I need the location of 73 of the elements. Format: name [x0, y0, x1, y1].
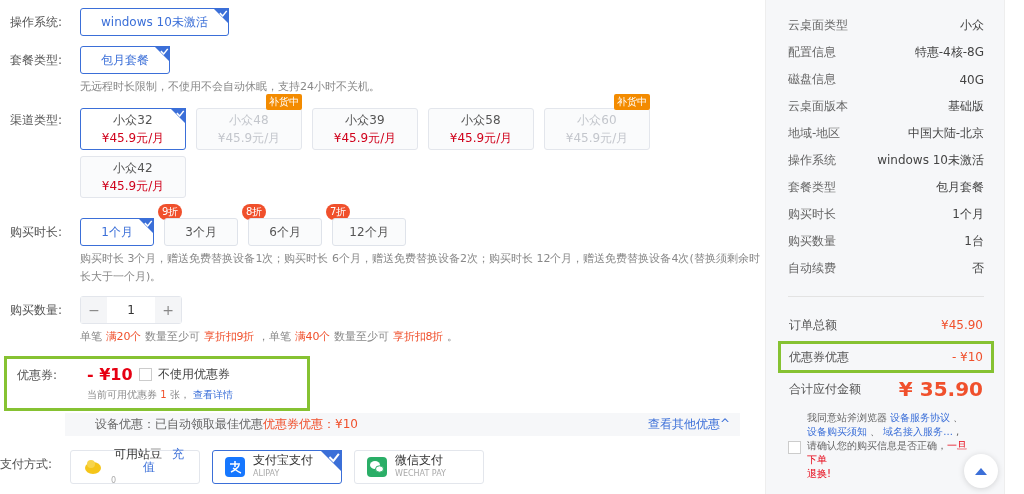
checkbox[interactable] — [138, 368, 152, 381]
summary-label: 操作系统 — [788, 152, 836, 169]
other-offers-link[interactable]: 查看其他优惠^ — [647, 416, 730, 433]
payment-option[interactable]: 可用站豆 充值 0 — [70, 450, 200, 484]
field-label: 操作系统: — [10, 14, 64, 31]
device-discount-text: 设备优惠：已自动领取最佳优惠优惠券优惠：¥10 — [95, 416, 358, 433]
coupon-amount: - ¥10 — [87, 365, 133, 384]
summary-label: 地域-地区 — [788, 125, 841, 142]
total-label: 订单总额 — [789, 316, 837, 334]
restock-badge: 补货中 — [266, 94, 302, 110]
field-label: 渠道类型: — [10, 112, 64, 129]
details-link[interactable]: 查看详情 — [192, 389, 233, 400]
restock-badge: 补货中 — [614, 94, 650, 110]
summary-value: 中国大陆-北京 — [907, 125, 984, 142]
summary-value: 否 — [972, 260, 984, 277]
summary-label: 购买数量 — [788, 233, 836, 250]
channel-card[interactable]: 小众42 ¥45.9元/月 — [80, 156, 186, 198]
plan-note: 无远程时长限制，不使用不会自动休眠，支持24小时不关机。 — [80, 79, 380, 95]
summary-value: 40G — [959, 72, 984, 87]
total-value: - ¥10 — [951, 350, 983, 364]
discount-badge: 7折 — [326, 204, 351, 220]
summary-label: 配置信息 — [788, 44, 836, 61]
channel-card[interactable]: 小众32 ¥45.9元/月 — [80, 108, 186, 150]
chat-bubbles-icon — [367, 457, 387, 477]
field-label: 购买数量: — [10, 302, 64, 319]
check-icon — [320, 450, 342, 472]
duration-option[interactable]: 1个月 — [80, 218, 154, 246]
scroll-top-button[interactable] — [964, 454, 998, 488]
summary-label: 磁盘信息 — [788, 71, 836, 88]
caret-up-icon — [975, 467, 987, 475]
field-label: 购买时长: — [10, 224, 64, 241]
checkbox[interactable] — [788, 441, 801, 454]
discount-badge: 8折 — [242, 204, 267, 220]
total-label: 合计应付金额 — [789, 380, 861, 398]
os-option[interactable]: windows 10未激活 — [80, 8, 229, 36]
payment-option[interactable]: 支付宝支付 ALIPAY — [212, 450, 342, 484]
summary-value: windows 10未激活 — [877, 152, 984, 169]
total-value: ¥45.90 — [941, 318, 983, 332]
summary-value: 基础版 — [948, 98, 984, 115]
plan-option[interactable]: 包月套餐 — [80, 46, 170, 74]
summary-label: 购买时长 — [788, 206, 836, 223]
check-icon — [154, 46, 170, 62]
check-icon — [212, 8, 229, 24]
coupon-note: 当前可用优惠券 1 张， 查看详情 — [87, 388, 233, 402]
field-label: 支付方式: — [0, 456, 54, 473]
check-icon — [138, 218, 154, 234]
duration-option[interactable]: 12个月 — [332, 218, 406, 246]
duration-option[interactable]: 3个月 — [164, 218, 238, 246]
payment-option[interactable]: 微信支付 WECHAT PAY — [354, 450, 484, 484]
alipay-icon — [225, 457, 245, 477]
check-icon — [170, 108, 186, 124]
field-label: 套餐类型: — [10, 52, 64, 69]
summary-value: 1个月 — [952, 206, 984, 223]
field-label: 优惠券: — [17, 367, 59, 384]
total-label: 优惠券优惠 — [789, 348, 849, 366]
coin-icon — [83, 457, 103, 477]
duration-option[interactable]: 6个月 — [248, 218, 322, 246]
channel-card[interactable]: 小众58 ¥45.9元/月 — [428, 108, 534, 150]
summary-value: 特惠-4核-8G — [914, 44, 984, 61]
duration-note: 购买时长 3个月，赠送免费替换设备1次；购买时长 6个月，赠送免费替换设备2次；购买时长 12个月，赠送免费替换设备4次(替换须剩余时长大于一个月)。 — [80, 251, 760, 285]
summary-label: 云桌面版本 — [788, 98, 848, 115]
checkbox-label: 不使用优惠券 — [157, 366, 230, 383]
summary-label: 套餐类型 — [788, 179, 836, 196]
channel-card[interactable]: 小众39 ¥45.9元/月 — [312, 108, 418, 150]
summary-label: 云桌面类型 — [788, 17, 848, 34]
agreement-text: 我同意站斧浏览器 设备服务协议 、 设备购买须知 、 域名接入服务... ,请确认您的购买信息是否正确，一旦下单 退换! — [807, 411, 967, 481]
total-value: ¥ 35.90 — [898, 377, 983, 401]
discount-badge: 9折 — [158, 204, 183, 220]
summary-value: 包月套餐 — [936, 179, 984, 196]
summary-value: 1台 — [964, 233, 984, 250]
summary-value: 小众 — [960, 17, 984, 34]
summary-label: 自动续费 — [788, 260, 836, 277]
quantity-note: 单笔 满20个 数量至少可 享折扣9折 ，单笔 满40个 数量至少可 享折扣8折 。 — [80, 329, 458, 345]
